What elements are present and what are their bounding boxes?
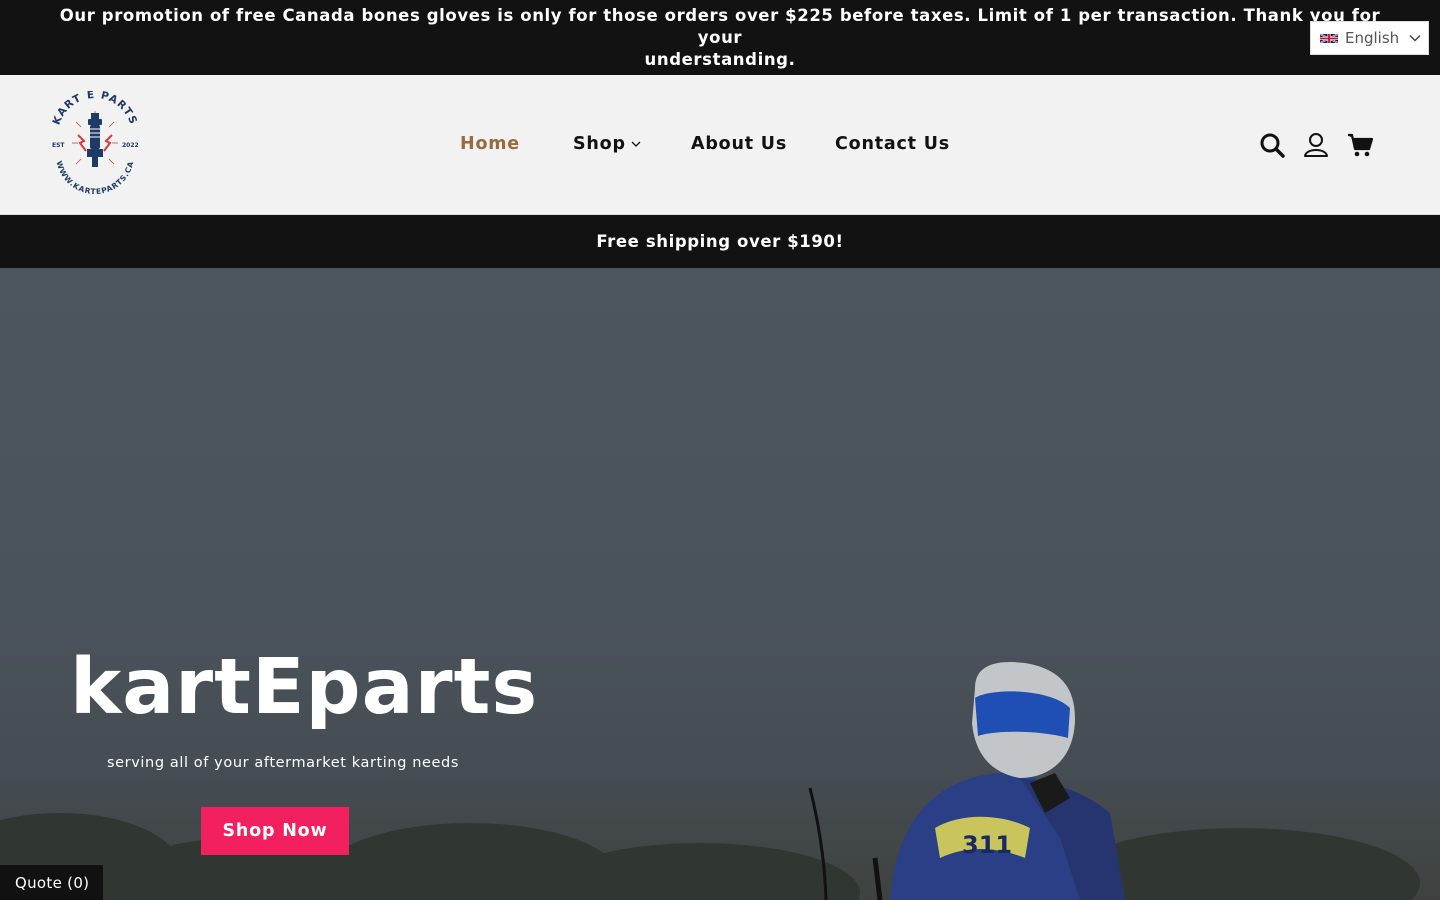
driver-illustration: 311 <box>808 662 1125 900</box>
quote-widget[interactable]: Quote (0) <box>0 865 103 900</box>
nav-item-shop[interactable]: Shop <box>573 134 641 154</box>
nav-item-about[interactable]: About Us <box>691 134 787 154</box>
site-header: KART E PARTS WWW.KARTEPARTS.CA EST 2022 … <box>0 75 1440 215</box>
hero-subtitle: serving all of your aftermarket karting … <box>107 755 460 771</box>
nav-item-shop-label: Shop <box>573 134 626 154</box>
announcement-bar: Our promotion of free Canada bones glove… <box>0 0 1440 75</box>
shipping-banner: Free shipping over $190! <box>0 215 1440 268</box>
language-label: English <box>1345 29 1400 47</box>
nav-item-contact[interactable]: Contact Us <box>835 134 950 154</box>
chevron-down-icon <box>631 141 641 147</box>
nav-item-home[interactable]: Home <box>460 134 520 154</box>
account-icon[interactable] <box>1302 131 1330 159</box>
nav-item-contact-label: Contact Us <box>835 134 950 154</box>
quote-widget-label: Quote (0) <box>15 873 90 892</box>
hero-banner: 311 kartEparts serving all of your after… <box>0 268 1440 900</box>
svg-text:311: 311 <box>962 831 1012 859</box>
search-icon[interactable] <box>1258 131 1286 159</box>
chevron-down-icon <box>1409 34 1421 42</box>
language-selector[interactable]: English <box>1310 21 1429 55</box>
cart-icon[interactable] <box>1346 131 1374 159</box>
nav-item-about-label: About Us <box>691 134 788 154</box>
uk-flag-icon <box>1320 32 1338 44</box>
announcement-text: Our promotion of free Canada bones glove… <box>59 5 1381 69</box>
nav-item-home-label: Home <box>460 134 520 154</box>
shop-now-button[interactable]: Shop Now <box>201 807 349 855</box>
shipping-banner-text: Free shipping over $190! <box>596 232 844 251</box>
hero-background-image: 311 <box>0 662 1420 900</box>
main-nav: Home Shop About Us Contact Us <box>0 75 1440 215</box>
hero-title: kartEparts <box>70 643 539 732</box>
